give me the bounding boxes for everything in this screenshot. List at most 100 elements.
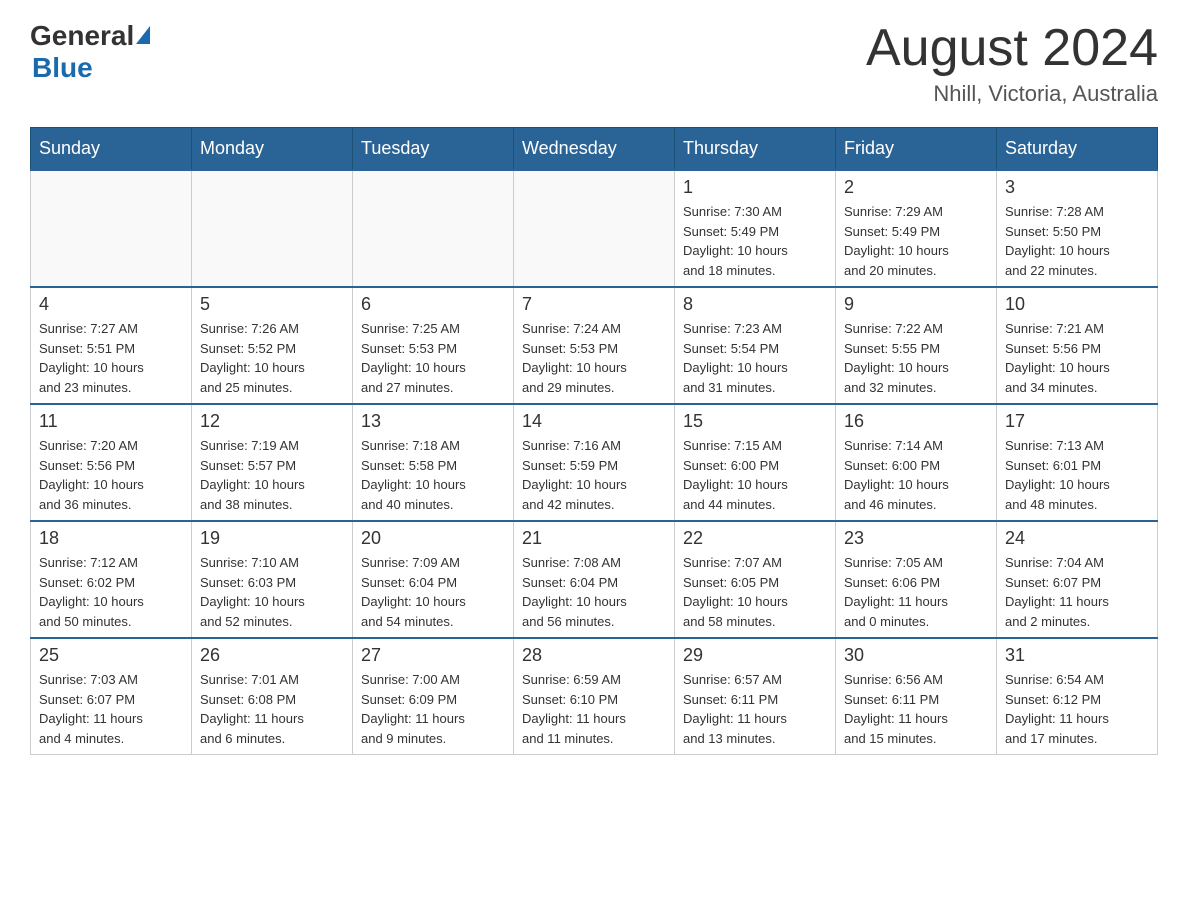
day-info: Sunrise: 7:21 AM Sunset: 5:56 PM Dayligh… [1005,319,1149,397]
day-number: 13 [361,411,505,432]
day-info: Sunrise: 7:30 AM Sunset: 5:49 PM Dayligh… [683,202,827,280]
day-cell: 31 Sunrise: 6:54 AM Sunset: 6:12 PM Dayli… [997,638,1158,755]
day-info: Sunrise: 7:09 AM Sunset: 6:04 PM Dayligh… [361,553,505,631]
day-info: Sunrise: 7:13 AM Sunset: 6:01 PM Dayligh… [1005,436,1149,514]
day-cell: 4 Sunrise: 7:27 AM Sunset: 5:51 PM Daylig… [31,287,192,404]
day-cell: 27 Sunrise: 7:00 AM Sunset: 6:09 PM Dayli… [353,638,514,755]
day-number: 8 [683,294,827,315]
day-info: Sunrise: 7:03 AM Sunset: 6:07 PM Dayligh… [39,670,183,748]
day-cell [353,170,514,287]
day-info: Sunrise: 6:54 AM Sunset: 6:12 PM Dayligh… [1005,670,1149,748]
day-info: Sunrise: 6:56 AM Sunset: 6:11 PM Dayligh… [844,670,988,748]
logo-triangle-icon [136,26,150,44]
calendar: Sunday Monday Tuesday Wednesday Thursday… [30,127,1158,755]
day-cell [31,170,192,287]
day-number: 17 [1005,411,1149,432]
day-info: Sunrise: 7:26 AM Sunset: 5:52 PM Dayligh… [200,319,344,397]
day-cell: 7 Sunrise: 7:24 AM Sunset: 5:53 PM Daylig… [514,287,675,404]
header-tuesday: Tuesday [353,128,514,171]
day-info: Sunrise: 7:18 AM Sunset: 5:58 PM Dayligh… [361,436,505,514]
day-cell: 14 Sunrise: 7:16 AM Sunset: 5:59 PM Dayli… [514,404,675,521]
day-info: Sunrise: 7:27 AM Sunset: 5:51 PM Dayligh… [39,319,183,397]
week-row-1: 1 Sunrise: 7:30 AM Sunset: 5:49 PM Daylig… [31,170,1158,287]
day-cell: 9Sunrise: 7:22 AM Sunset: 5:55 PM Daylig… [836,287,997,404]
day-number: 3 [1005,177,1149,198]
day-info: Sunrise: 6:57 AM Sunset: 6:11 PM Dayligh… [683,670,827,748]
day-number: 30 [844,645,988,666]
day-cell: 5 Sunrise: 7:26 AM Sunset: 5:52 PM Daylig… [192,287,353,404]
day-number: 5 [200,294,344,315]
day-cell: 8Sunrise: 7:23 AM Sunset: 5:54 PM Daylig… [675,287,836,404]
title-area: August 2024 Nhill, Victoria, Australia [866,20,1158,107]
day-number: 11 [39,411,183,432]
day-number: 28 [522,645,666,666]
header-sunday: Sunday [31,128,192,171]
day-info: Sunrise: 7:04 AM Sunset: 6:07 PM Dayligh… [1005,553,1149,631]
day-number: 15 [683,411,827,432]
day-cell: 28 Sunrise: 6:59 AM Sunset: 6:10 PM Dayli… [514,638,675,755]
day-info: Sunrise: 7:12 AM Sunset: 6:02 PM Dayligh… [39,553,183,631]
day-cell: 23 Sunrise: 7:05 AM Sunset: 6:06 PM Dayli… [836,521,997,638]
day-cell: 25 Sunrise: 7:03 AM Sunset: 6:07 PM Dayli… [31,638,192,755]
day-number: 26 [200,645,344,666]
day-cell: 1 Sunrise: 7:30 AM Sunset: 5:49 PM Daylig… [675,170,836,287]
day-cell: 19 Sunrise: 7:10 AM Sunset: 6:03 PM Dayli… [192,521,353,638]
day-cell: 10 Sunrise: 7:21 AM Sunset: 5:56 PM Dayli… [997,287,1158,404]
week-row-2: 4 Sunrise: 7:27 AM Sunset: 5:51 PM Daylig… [31,287,1158,404]
day-cell: 20Sunrise: 7:09 AM Sunset: 6:04 PM Dayli… [353,521,514,638]
day-cell: 30 Sunrise: 6:56 AM Sunset: 6:11 PM Dayli… [836,638,997,755]
day-info: Sunrise: 6:59 AM Sunset: 6:10 PM Dayligh… [522,670,666,748]
day-info: Sunrise: 7:01 AM Sunset: 6:08 PM Dayligh… [200,670,344,748]
day-info: Sunrise: 7:00 AM Sunset: 6:09 PM Dayligh… [361,670,505,748]
logo: General Blue [30,20,150,84]
day-cell: 24 Sunrise: 7:04 AM Sunset: 6:07 PM Dayli… [997,521,1158,638]
header-friday: Friday [836,128,997,171]
day-number: 22 [683,528,827,549]
day-number: 23 [844,528,988,549]
day-number: 18 [39,528,183,549]
day-number: 27 [361,645,505,666]
day-cell: 18 Sunrise: 7:12 AM Sunset: 6:02 PM Dayli… [31,521,192,638]
day-cell: 2Sunrise: 7:29 AM Sunset: 5:49 PM Daylig… [836,170,997,287]
day-number: 6 [361,294,505,315]
day-cell: 17 Sunrise: 7:13 AM Sunset: 6:01 PM Dayli… [997,404,1158,521]
day-number: 4 [39,294,183,315]
header: General Blue August 2024 Nhill, Victoria… [30,20,1158,107]
day-cell: 13 Sunrise: 7:18 AM Sunset: 5:58 PM Dayli… [353,404,514,521]
day-number: 31 [1005,645,1149,666]
week-row-5: 25 Sunrise: 7:03 AM Sunset: 6:07 PM Dayli… [31,638,1158,755]
day-cell: 26 Sunrise: 7:01 AM Sunset: 6:08 PM Dayli… [192,638,353,755]
day-number: 14 [522,411,666,432]
day-number: 7 [522,294,666,315]
day-info: Sunrise: 7:19 AM Sunset: 5:57 PM Dayligh… [200,436,344,514]
logo-blue-text: Blue [32,52,93,83]
day-number: 10 [1005,294,1149,315]
day-number: 24 [1005,528,1149,549]
day-info: Sunrise: 7:10 AM Sunset: 6:03 PM Dayligh… [200,553,344,631]
header-thursday: Thursday [675,128,836,171]
day-number: 25 [39,645,183,666]
day-info: Sunrise: 7:16 AM Sunset: 5:59 PM Dayligh… [522,436,666,514]
day-number: 29 [683,645,827,666]
day-cell: 6 Sunrise: 7:25 AM Sunset: 5:53 PM Daylig… [353,287,514,404]
month-title: August 2024 [866,20,1158,77]
day-info: Sunrise: 7:28 AM Sunset: 5:50 PM Dayligh… [1005,202,1149,280]
day-number: 21 [522,528,666,549]
day-cell: 29 Sunrise: 6:57 AM Sunset: 6:11 PM Dayli… [675,638,836,755]
day-number: 12 [200,411,344,432]
day-cell: 21 Sunrise: 7:08 AM Sunset: 6:04 PM Dayli… [514,521,675,638]
day-info: Sunrise: 7:24 AM Sunset: 5:53 PM Dayligh… [522,319,666,397]
day-number: 19 [200,528,344,549]
header-monday: Monday [192,128,353,171]
day-number: 9 [844,294,988,315]
day-info: Sunrise: 7:05 AM Sunset: 6:06 PM Dayligh… [844,553,988,631]
day-number: 1 [683,177,827,198]
day-info: Sunrise: 7:15 AM Sunset: 6:00 PM Dayligh… [683,436,827,514]
day-cell: 11Sunrise: 7:20 AM Sunset: 5:56 PM Dayli… [31,404,192,521]
day-number: 16 [844,411,988,432]
day-cell: 3 Sunrise: 7:28 AM Sunset: 5:50 PM Daylig… [997,170,1158,287]
day-info: Sunrise: 7:08 AM Sunset: 6:04 PM Dayligh… [522,553,666,631]
logo-general-text: General [30,20,134,52]
calendar-header-row: Sunday Monday Tuesday Wednesday Thursday… [31,128,1158,171]
day-info: Sunrise: 7:25 AM Sunset: 5:53 PM Dayligh… [361,319,505,397]
